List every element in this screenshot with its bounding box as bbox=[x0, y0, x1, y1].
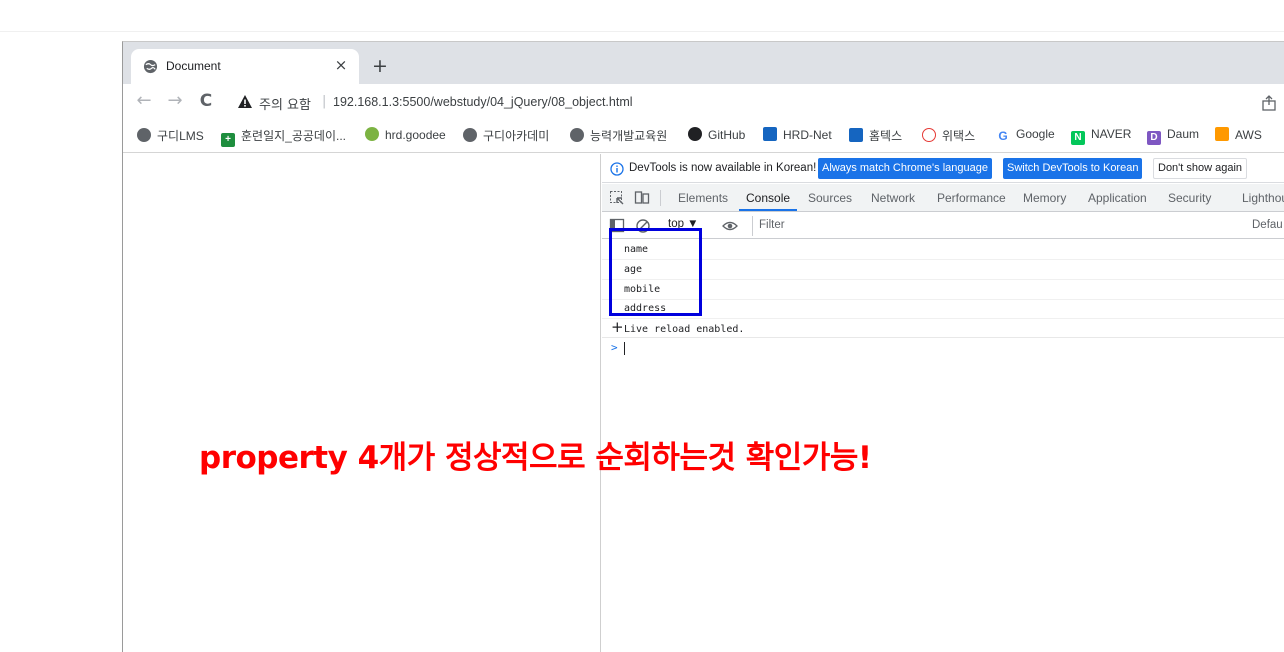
filter-placeholder: Filter bbox=[759, 219, 785, 231]
live-reload-text: Live reload enabled. bbox=[624, 324, 745, 335]
prompt-chevron-icon: > bbox=[611, 341, 618, 354]
toolbar-divider bbox=[660, 190, 661, 206]
bookmark-item[interactable]: 구디아카데미 bbox=[463, 127, 549, 145]
filter-input[interactable]: Filter bbox=[752, 216, 1232, 236]
bookmark-item[interactable]: AWS bbox=[1215, 127, 1262, 145]
leaf-icon bbox=[365, 127, 379, 141]
github-icon bbox=[688, 127, 702, 141]
globe-icon bbox=[143, 59, 158, 74]
tab-network[interactable]: Network bbox=[871, 191, 915, 205]
tab-application[interactable]: Application bbox=[1088, 191, 1147, 205]
security-status[interactable]: 주의 요함 bbox=[259, 94, 311, 113]
reload-button[interactable]: C bbox=[195, 90, 217, 112]
tab-lighthouse[interactable]: Lighthou bbox=[1242, 191, 1284, 205]
text-caret bbox=[624, 342, 625, 355]
tab-strip: Document × + bbox=[123, 42, 1284, 84]
active-tab-indicator bbox=[739, 209, 797, 211]
console-toolbar: top ▼ Filter Defau bbox=[602, 213, 1284, 239]
devtools-panel: DevTools is now available in Korean! Alw… bbox=[602, 154, 1284, 652]
aws-icon bbox=[1215, 127, 1229, 141]
log-levels-dropdown[interactable]: Defau bbox=[1252, 219, 1283, 231]
infobar-message: DevTools is now available in Korean! bbox=[629, 162, 817, 174]
back-button[interactable]: ← bbox=[133, 90, 155, 112]
bookmark-item[interactable]: hrd.goodee bbox=[365, 127, 446, 145]
address-bar[interactable]: 주의 요함 | 192.168.1.3:5500/webstudy/04_jQu… bbox=[227, 88, 1284, 116]
console-log-line: age bbox=[602, 260, 1284, 280]
close-icon[interactable]: × bbox=[333, 56, 349, 74]
url-separator: | bbox=[322, 94, 327, 109]
bookmark-item[interactable]: 위택스 bbox=[922, 127, 975, 145]
tab-document[interactable]: Document × bbox=[131, 49, 359, 84]
switch-to-korean-button[interactable]: Switch DevTools to Korean bbox=[1003, 158, 1143, 179]
dont-show-again-button[interactable]: Don't show again bbox=[1153, 158, 1248, 179]
devtools-tabbar: Elements Console Sources Network Perform… bbox=[602, 184, 1284, 212]
tab-sources[interactable]: Sources bbox=[808, 191, 852, 205]
bookmark-item[interactable]: G Google bbox=[996, 127, 1055, 145]
browser-window: Document × + ← → C 주의 요함 | 192.168.1.3:5… bbox=[122, 41, 1284, 652]
bookmark-item[interactable]: N NAVER bbox=[1071, 127, 1131, 145]
browser-toolbar: ← → C 주의 요함 | 192.168.1.3:5500/webstudy/… bbox=[123, 84, 1284, 119]
inspect-element-icon[interactable] bbox=[609, 190, 625, 206]
browser-viewport: DevTools is now available in Korean! Alw… bbox=[123, 154, 1284, 652]
bookmark-item[interactable]: 구디LMS bbox=[137, 127, 204, 145]
annotation-text: property 4개가 정상적으로 순회하는것 확인가능! bbox=[199, 440, 872, 476]
tab-elements[interactable]: Elements bbox=[678, 191, 728, 205]
globe-icon bbox=[137, 128, 151, 142]
google-icon: G bbox=[996, 129, 1010, 143]
bookmark-item[interactable]: GitHub bbox=[688, 127, 745, 145]
eye-icon[interactable] bbox=[722, 218, 738, 234]
warning-icon[interactable] bbox=[237, 94, 253, 110]
bookmark-item[interactable]: 홈텍스 bbox=[849, 127, 902, 145]
share-icon[interactable] bbox=[1261, 95, 1277, 111]
tab-memory[interactable]: Memory bbox=[1023, 191, 1066, 205]
device-toolbar-icon[interactable] bbox=[634, 190, 650, 206]
wetax-icon bbox=[922, 128, 936, 142]
page-content bbox=[123, 154, 601, 652]
info-icon bbox=[610, 162, 624, 176]
naver-icon: N bbox=[1071, 131, 1085, 145]
devtools-infobar: DevTools is now available in Korean! Alw… bbox=[602, 154, 1284, 183]
highlight-box bbox=[609, 228, 702, 316]
globe-icon bbox=[463, 128, 477, 142]
hometax-icon bbox=[849, 128, 863, 142]
tab-console[interactable]: Console bbox=[746, 191, 790, 205]
daum-icon: D bbox=[1147, 131, 1161, 145]
live-reload-message: + Live reload enabled. bbox=[602, 318, 1284, 338]
console-log-line: mobile bbox=[602, 280, 1284, 300]
desktop-top-strip bbox=[0, 0, 1284, 32]
always-match-language-button[interactable]: Always match Chrome's language bbox=[818, 158, 992, 179]
forward-button[interactable]: → bbox=[164, 90, 186, 112]
plus-icon: + bbox=[611, 318, 624, 336]
bookmark-item[interactable]: HRD-Net bbox=[763, 127, 832, 145]
tab-title: Document bbox=[166, 59, 221, 73]
console-prompt[interactable]: > bbox=[602, 340, 1284, 358]
console-log-line: address bbox=[602, 299, 1284, 319]
url-text[interactable]: 192.168.1.3:5500/webstudy/04_jQuery/08_o… bbox=[333, 95, 633, 109]
tab-performance[interactable]: Performance bbox=[937, 191, 1006, 205]
tab-security[interactable]: Security bbox=[1168, 191, 1211, 205]
console-log-line: name bbox=[602, 240, 1284, 260]
globe-icon bbox=[570, 128, 584, 142]
plus-icon: + bbox=[221, 133, 235, 147]
bookmark-item[interactable]: + 훈련일지_공공데이... bbox=[221, 127, 346, 147]
new-tab-button[interactable]: + bbox=[369, 56, 391, 78]
bookmark-item[interactable]: 능력개발교육원 bbox=[570, 127, 667, 145]
hrdnet-icon bbox=[763, 127, 777, 141]
bookmark-item[interactable]: D Daum bbox=[1147, 127, 1199, 145]
bookmarks-bar: 구디LMS + 훈련일지_공공데이... hrd.goodee 구디아카데미 능력… bbox=[123, 119, 1284, 153]
